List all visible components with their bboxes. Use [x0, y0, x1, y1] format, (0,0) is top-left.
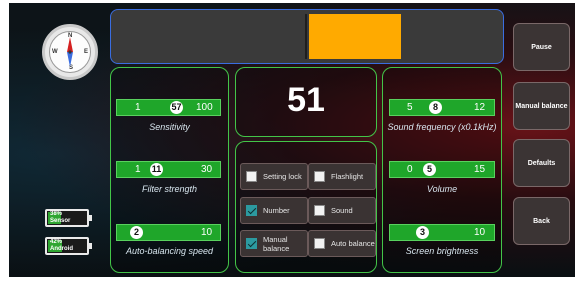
- sound-frequency-caption: Sound frequency (x0.1kHz): [387, 122, 497, 132]
- auto-balance-label: Auto balance: [331, 239, 375, 248]
- filter-strength-slider[interactable]: 1 11 30: [116, 161, 221, 178]
- pause-button[interactable]: Pause: [513, 23, 570, 71]
- android-battery-percent: 42%: [50, 239, 63, 245]
- sound-box: [314, 205, 325, 216]
- auto-balancing-speed-slider[interactable]: 2 10: [116, 224, 221, 241]
- app-screen: N E S W 38% Sensor 42% Android 1 57 100 …: [9, 3, 575, 277]
- sound-label: Sound: [331, 206, 353, 215]
- balance-meter-center-line: [305, 14, 307, 59]
- manual-balance-checkbox[interactable]: Manual balance: [240, 230, 308, 257]
- sensor-battery-text: 38% Sensor: [50, 211, 70, 224]
- sound-checkbox[interactable]: Sound: [308, 197, 376, 224]
- sensitivity-caption: Sensitivity: [149, 122, 190, 132]
- right-settings-panel: 5 8 12 Sound frequency (x0.1kHz) 0 5 15 …: [382, 67, 502, 273]
- setting-lock-checkbox[interactable]: Setting lock: [240, 163, 308, 190]
- options-panel: Setting lock Flashlight Number Sound Man…: [235, 141, 377, 273]
- flashlight-box: [314, 171, 325, 182]
- balance-meter-fill: [309, 14, 401, 59]
- flashlight-checkbox[interactable]: Flashlight: [308, 163, 376, 190]
- screen-brightness-max: 10: [474, 227, 486, 238]
- sound-frequency-slider[interactable]: 5 8 12: [389, 99, 495, 116]
- defaults-button[interactable]: Defaults: [513, 139, 570, 187]
- reading-value: 51: [287, 81, 325, 119]
- manual-balance-button[interactable]: Manual balance: [513, 82, 570, 130]
- setting-lock-label: Setting lock: [263, 172, 302, 181]
- auto-balancing-speed-knob[interactable]: 2: [130, 226, 143, 239]
- sensor-battery-icon: 38% Sensor: [45, 209, 92, 227]
- screen-brightness-caption: Screen brightness: [405, 246, 479, 256]
- flashlight-label: Flashlight: [331, 172, 364, 181]
- sensitivity-knob[interactable]: 57: [170, 101, 183, 114]
- sensitivity-max: 100: [196, 102, 213, 113]
- sensor-battery-label: Sensor: [50, 217, 71, 224]
- volume-max: 15: [474, 164, 486, 175]
- auto-balancing-speed-max: 10: [201, 227, 213, 238]
- sensitivity-min: 1: [135, 102, 141, 113]
- auto-balancing-speed-caption: Auto-balancing speed: [125, 246, 214, 256]
- sound-frequency-knob[interactable]: 8: [429, 101, 442, 114]
- compass-needle-icon: [67, 37, 73, 67]
- manual-balance-box: [246, 238, 257, 249]
- sound-frequency-max: 12: [474, 102, 486, 113]
- back-button[interactable]: Back: [513, 197, 570, 245]
- volume-slider[interactable]: 0 5 15: [389, 161, 495, 178]
- filter-strength-knob[interactable]: 11: [150, 163, 163, 176]
- number-checkbox[interactable]: Number: [240, 197, 308, 224]
- compass-icon: N E S W: [42, 24, 98, 80]
- android-battery-icon: 42% Android: [45, 237, 92, 255]
- auto-balance-checkbox[interactable]: Auto balance: [308, 230, 376, 257]
- screen-brightness-knob[interactable]: 3: [416, 226, 429, 239]
- setting-lock-box: [246, 171, 257, 182]
- number-label: Number: [263, 206, 290, 215]
- android-battery-label: Android: [50, 245, 73, 252]
- balance-meter: [110, 9, 504, 64]
- filter-strength-caption: Filter strength: [141, 184, 198, 194]
- reading-panel: 51: [235, 67, 377, 137]
- sensor-battery-percent: 38%: [50, 211, 63, 217]
- screen-brightness-slider[interactable]: 3 10: [389, 224, 495, 241]
- volume-min: 0: [407, 164, 413, 175]
- volume-knob[interactable]: 5: [423, 163, 436, 176]
- filter-strength-max: 30: [201, 164, 213, 175]
- sensitivity-slider[interactable]: 1 57 100: [116, 99, 221, 116]
- manual-balance-label: Manual balance: [263, 234, 290, 253]
- filter-strength-min: 1: [135, 164, 141, 175]
- android-battery-text: 42% Android: [50, 239, 73, 252]
- volume-caption: Volume: [426, 184, 458, 194]
- sound-frequency-min: 5: [407, 102, 413, 113]
- number-box: [246, 205, 257, 216]
- left-settings-panel: 1 57 100 Sensitivity 1 11 30 Filter stre…: [110, 67, 229, 273]
- auto-balance-box: [314, 238, 325, 249]
